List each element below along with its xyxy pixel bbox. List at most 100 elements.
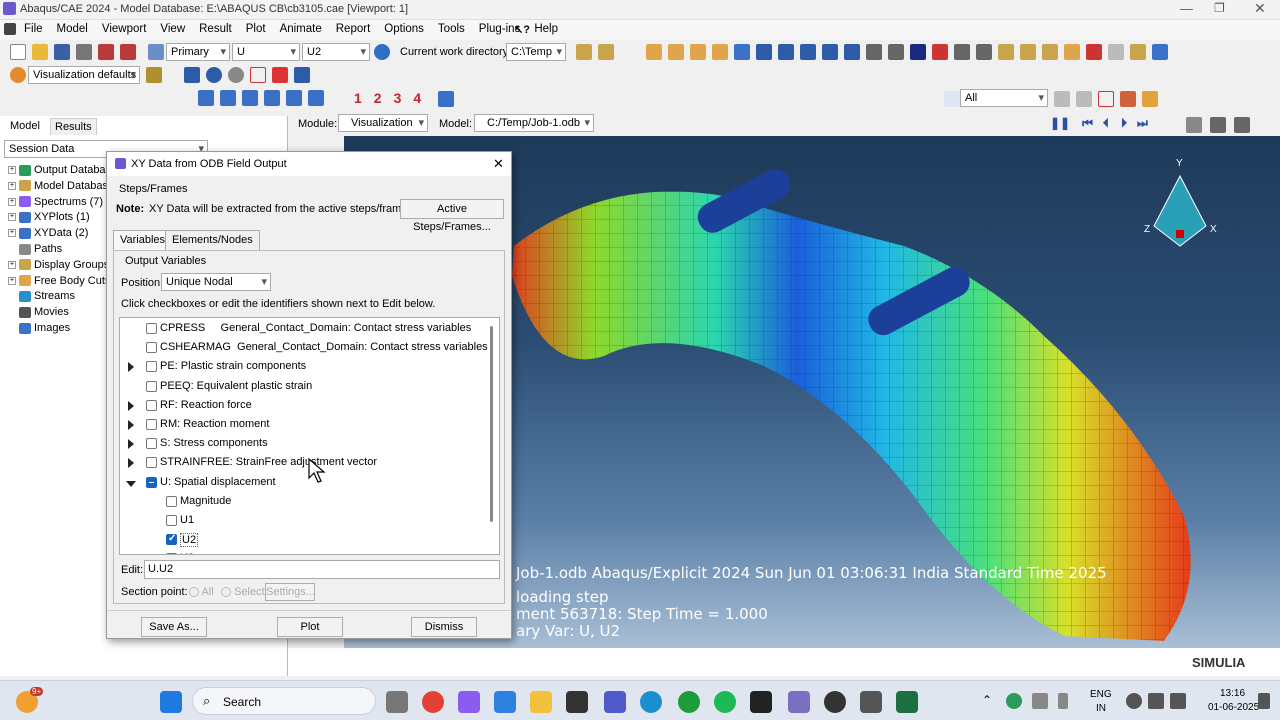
select-box-icon[interactable]	[1076, 91, 1092, 107]
language-line1[interactable]: ENG	[1090, 689, 1112, 700]
variable-row[interactable]: CPRESS General_Contact_Domain: Contact s…	[120, 321, 480, 340]
render5-icon[interactable]	[844, 44, 860, 60]
edit-field[interactable]: U.U2	[144, 560, 500, 579]
tab-elements-nodes[interactable]: Elements/Nodes	[165, 230, 260, 250]
variable-row[interactable]: S: Stress components	[120, 436, 480, 455]
expand-icon[interactable]: +	[8, 197, 16, 206]
variable-checkbox[interactable]	[166, 553, 177, 554]
camera2-icon[interactable]	[1234, 117, 1250, 133]
pick-icon[interactable]	[954, 44, 970, 60]
menu-viewport[interactable]: Viewport	[102, 20, 147, 35]
arrow-tool-icon[interactable]	[910, 44, 926, 60]
tree-item[interactable]: +Images	[8, 322, 70, 334]
tree-item[interactable]: + Spectrums (7)	[8, 196, 103, 208]
position-select[interactable]: Unique Nodal	[161, 273, 271, 291]
view-yz-icon[interactable]	[308, 90, 324, 106]
view-zx-icon[interactable]	[242, 90, 258, 106]
grid-icon[interactable]	[1152, 44, 1168, 60]
module-select[interactable]: Visualization	[338, 114, 428, 132]
menu-plot[interactable]: Plot	[246, 20, 266, 35]
view-2-button[interactable]: 2	[374, 90, 382, 106]
clock-time[interactable]: 13:16	[1220, 688, 1245, 699]
chrome-icon[interactable]	[422, 691, 444, 713]
first-frame-icon[interactable]: ⏮	[1082, 116, 1093, 130]
variable-row[interactable]: PE: Plastic strain components	[120, 359, 480, 378]
menu-help[interactable]: Help	[534, 20, 558, 35]
select-shape-icon[interactable]	[1142, 91, 1158, 107]
menu-model[interactable]: Model	[57, 20, 88, 35]
menu-report[interactable]: Report	[336, 20, 371, 35]
xbox-icon[interactable]	[678, 691, 700, 713]
dismiss-button[interactable]: Dismiss	[411, 617, 477, 637]
variable-list[interactable]: CPRESS General_Contact_Domain: Contact s…	[119, 317, 500, 555]
redo-icon[interactable]	[1108, 44, 1124, 60]
notifications-icon[interactable]	[1258, 693, 1270, 709]
edge-icon[interactable]	[640, 691, 662, 713]
query-icon[interactable]	[866, 44, 882, 60]
menu-view[interactable]: View	[160, 20, 185, 35]
selection-filter-select[interactable]: All	[960, 89, 1048, 107]
variable-row[interactable]: PEEQ: Equivalent plastic strain	[120, 379, 480, 398]
tab-variables[interactable]: Variables	[113, 230, 173, 250]
pause-icon[interactable]: ❚❚	[1050, 116, 1070, 130]
settings-button[interactable]: Settings...	[265, 583, 315, 601]
minimize-button[interactable]: —	[1180, 1, 1193, 16]
variable-select[interactable]: U	[232, 43, 300, 61]
expand-icon[interactable]: +	[8, 213, 16, 222]
variable-checkbox[interactable]	[146, 342, 157, 354]
variable-checkbox[interactable]	[166, 495, 177, 507]
select-rect-icon[interactable]	[1098, 91, 1114, 107]
teams-icon[interactable]	[604, 691, 626, 713]
variable-checkbox[interactable]	[166, 533, 177, 546]
sp-select-radio[interactable]: Select	[221, 586, 265, 598]
variable-checkbox[interactable]	[146, 323, 157, 334]
open-folder-icon[interactable]	[32, 44, 48, 60]
box3-icon[interactable]	[690, 44, 706, 60]
task-view-icon[interactable]	[386, 691, 408, 713]
probe-icon[interactable]	[888, 44, 904, 60]
rotate-icon[interactable]	[206, 67, 222, 83]
box4-icon[interactable]	[712, 44, 728, 60]
tree-item[interactable]: +Streams	[8, 290, 75, 302]
app-menu-icon[interactable]	[4, 23, 16, 35]
frame-icon[interactable]	[1186, 117, 1202, 133]
print-icon[interactable]	[76, 44, 92, 60]
ruler-icon[interactable]	[576, 44, 592, 60]
language-line2[interactable]: IN	[1096, 703, 1106, 714]
menu-tools[interactable]: Tools	[438, 20, 465, 35]
app-icon[interactable]	[566, 691, 588, 713]
tree-item[interactable]: + XYPlots (1)	[8, 211, 90, 223]
variable-row[interactable]: STRAINFREE: StrainFree adjustment vector	[120, 455, 480, 474]
ladder-icon[interactable]	[598, 44, 614, 60]
spotify-icon[interactable]	[714, 691, 736, 713]
media-player-icon[interactable]	[824, 691, 846, 713]
box1-icon[interactable]	[646, 44, 662, 60]
circle2-icon[interactable]	[1020, 44, 1036, 60]
tree-item[interactable]: +Paths	[8, 243, 62, 255]
excel-icon[interactable]	[896, 691, 918, 713]
sp-all-radio[interactable]: All	[189, 586, 214, 598]
start-icon[interactable]	[160, 691, 182, 713]
tree-item[interactable]: + Free Body Cuts	[8, 275, 110, 287]
menu-options[interactable]: Options	[384, 20, 424, 35]
component-select[interactable]: U2	[302, 43, 370, 61]
layers-icon[interactable]	[146, 67, 162, 83]
tab-model[interactable]: Model	[10, 120, 40, 132]
copilot-icon[interactable]	[458, 691, 480, 713]
expand-icon[interactable]: +	[8, 181, 16, 190]
variable-row[interactable]: U1	[120, 513, 480, 532]
tree-item[interactable]: + XYData (2)	[8, 227, 88, 239]
new-file-icon[interactable]	[10, 44, 26, 60]
menu-file[interactable]: File	[24, 20, 43, 35]
variable-checkbox[interactable]	[146, 476, 157, 488]
context-help-icon[interactable]: ↖?	[514, 23, 530, 36]
variable-checkbox[interactable]	[146, 419, 157, 430]
abaqus-taskbar-icon[interactable]	[788, 691, 810, 713]
variable-row[interactable]: U2	[120, 532, 480, 551]
select-color-icon[interactable]	[1120, 91, 1136, 107]
tree-item[interactable]: + Model Databases	[8, 180, 120, 192]
volume-icon[interactable]	[1148, 693, 1164, 709]
prev-frame-icon[interactable]: ⏴	[1103, 116, 1109, 130]
print-red-icon[interactable]	[98, 44, 114, 60]
tree-item[interactable]: +Movies	[8, 306, 69, 318]
